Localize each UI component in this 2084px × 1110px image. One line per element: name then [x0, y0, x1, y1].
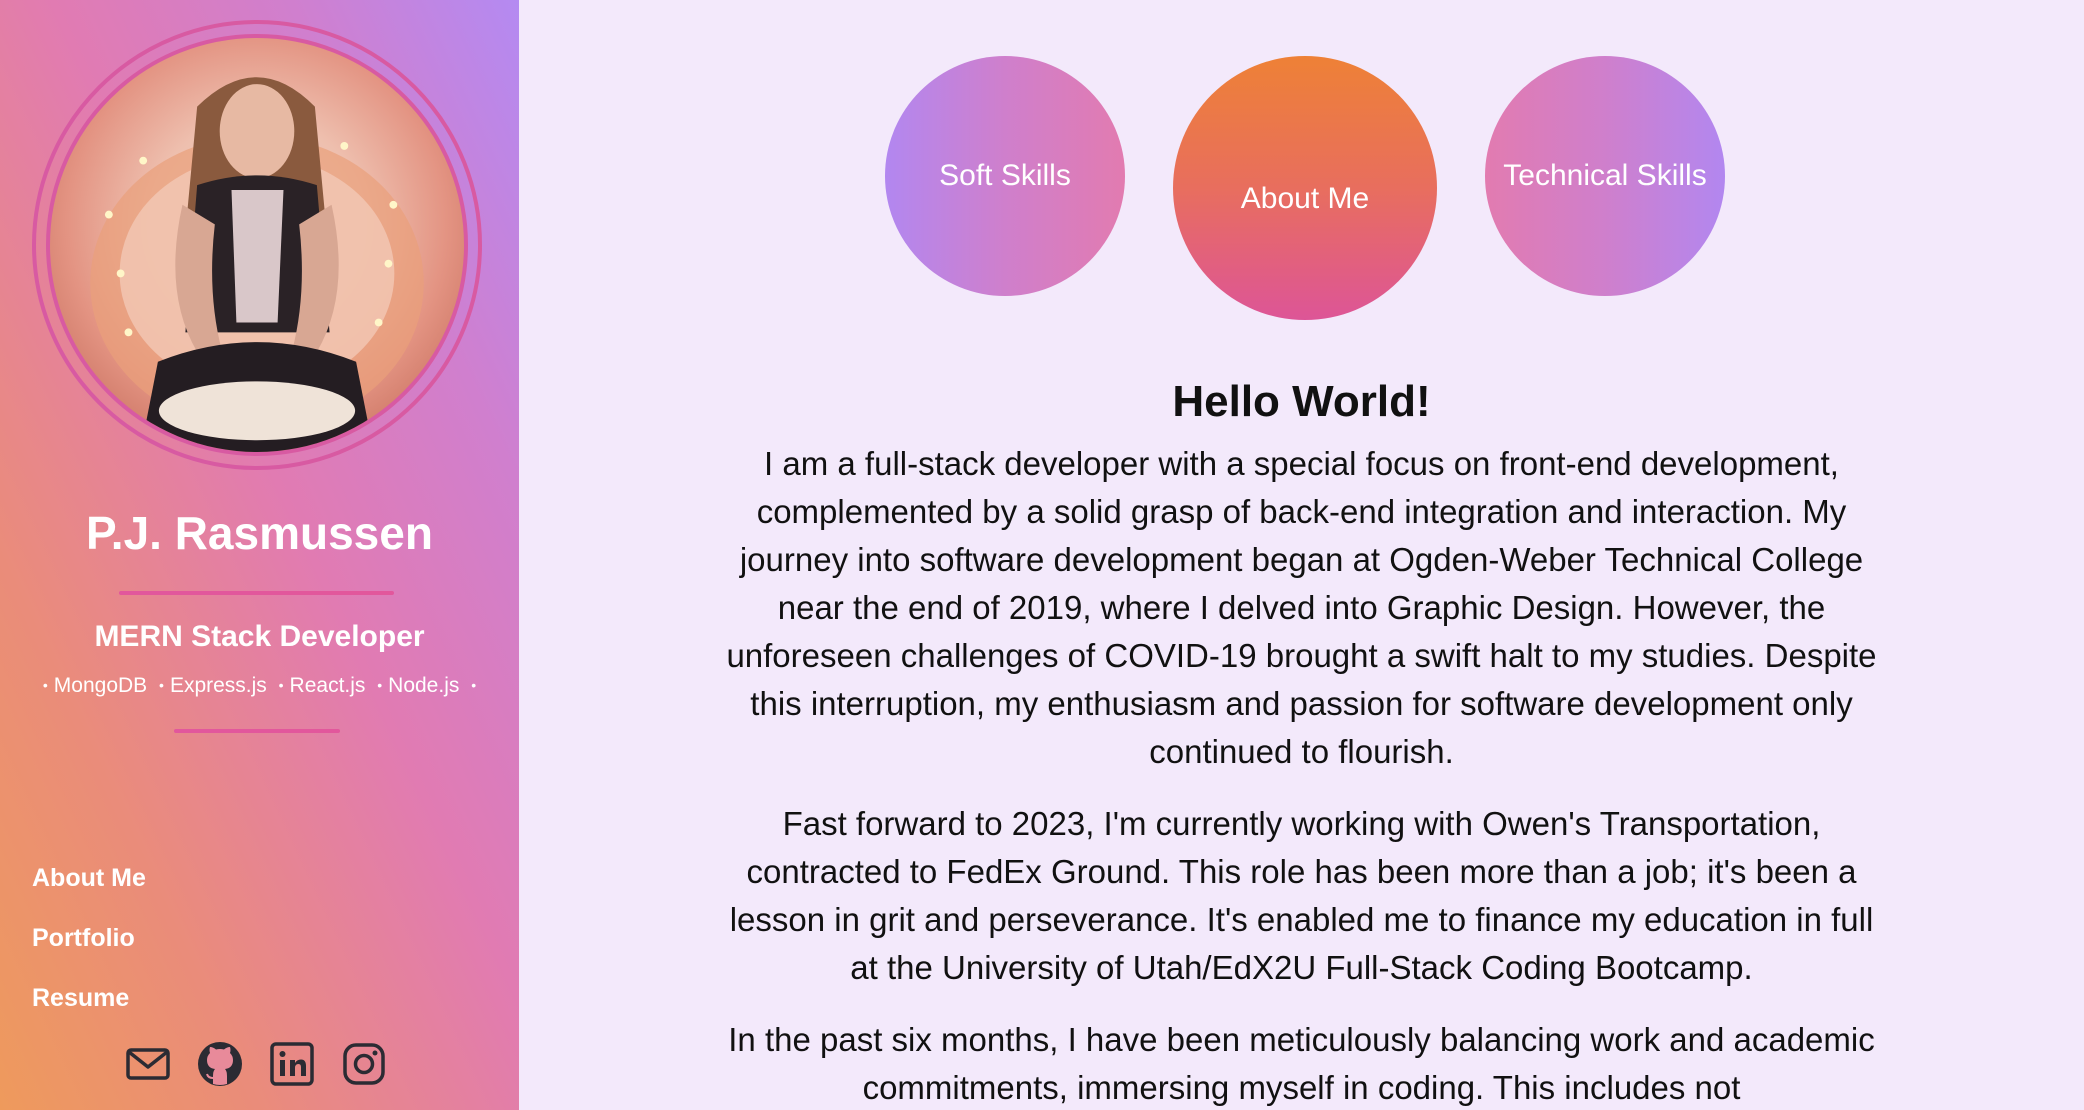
avatar: [46, 34, 468, 456]
technical-skills-button[interactable]: Technical Skills: [1485, 56, 1725, 296]
github-icon[interactable]: [196, 1040, 244, 1088]
stack-item-express: Express.js: [169, 674, 267, 697]
about-paragraph-3: In the past six months, I have been meti…: [728, 1021, 1875, 1106]
about-section: Hello World! I am a full-stack developer…: [719, 370, 1884, 1110]
stack-divider: [174, 729, 340, 733]
nav-link-portfolio[interactable]: Portfolio: [32, 918, 146, 978]
sidebar-nav: About Me Portfolio Resume: [32, 858, 146, 1038]
name-divider: [119, 591, 394, 595]
linkedin-icon[interactable]: [268, 1040, 316, 1088]
nav-link-resume[interactable]: Resume: [32, 978, 146, 1038]
stack-item-react: React.js: [289, 674, 366, 697]
about-paragraph-2: Fast forward to 2023, I'm currently work…: [729, 805, 1874, 986]
profile-name: P.J. Rasmussen: [86, 507, 433, 559]
social-links: [124, 1040, 388, 1088]
stack-item-mongodb: MongoDB: [53, 674, 148, 697]
about-me-button[interactable]: About Me: [1173, 56, 1437, 320]
instagram-icon[interactable]: [340, 1040, 388, 1088]
soft-skills-button[interactable]: Soft Skills: [885, 56, 1125, 296]
main-content: Soft Skills About Me Technical Skills He…: [519, 0, 2084, 1110]
section-heading: Hello World!: [1172, 377, 1431, 426]
profile-photo: [90, 77, 424, 452]
sidebar: P.J. Rasmussen MERN Stack Developer • Mon…: [0, 0, 519, 1110]
mail-icon[interactable]: [124, 1040, 172, 1088]
profile-role: MERN Stack Developer: [94, 620, 425, 653]
tech-stack-list: • MongoDB • Express.js • React.js • Node.js …: [42, 674, 477, 697]
stack-item-node: Node.js: [388, 674, 460, 697]
about-paragraph-1: I am a full-stack developer with a speci…: [726, 445, 1877, 770]
nav-link-about-me[interactable]: About Me: [32, 858, 146, 918]
